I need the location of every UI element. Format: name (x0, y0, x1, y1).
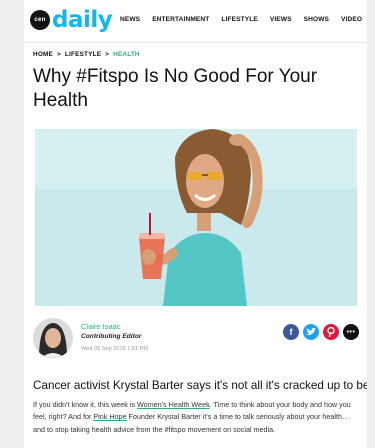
site-logo[interactable]: cen daily (30, 7, 113, 33)
share-buttons: f ••• (283, 324, 359, 340)
more-share-button[interactable]: ••• (343, 324, 359, 340)
pink-hope-link[interactable]: Pink Hope (93, 412, 126, 421)
breadcrumb-separator: > (56, 51, 61, 58)
twitter-share-button[interactable] (303, 324, 319, 340)
article-subheading: Cancer activist Krystal Barter says it's… (33, 379, 367, 392)
nav-lifestyle[interactable]: LIFESTYLE (221, 16, 257, 23)
author-block: Claire Isaac Contributing Editor Wed 05 … (33, 318, 361, 362)
author-role: Contributing Editor (81, 333, 142, 340)
facebook-share-button[interactable]: f (283, 324, 299, 340)
breadcrumb-lifestyle[interactable]: LIFESTYLE (65, 51, 101, 58)
article-body: If you didn't know it, this week is Wome… (33, 399, 363, 436)
pinterest-share-button[interactable] (323, 324, 339, 340)
nav-video[interactable]: VIDEO (341, 16, 362, 23)
nav-news[interactable]: NEWS (120, 16, 140, 23)
hero-image (35, 129, 357, 306)
breadcrumb-separator: > (105, 51, 110, 58)
nav-entertainment[interactable]: ENTERTAINMENT (152, 16, 209, 23)
publish-date: Wed 05 Sep 2018 1:51 PM (81, 346, 149, 352)
logo-wordmark: daily (52, 7, 113, 33)
article-page: cen daily NEWS ENTERTAINMENT LIFESTYLE V… (24, 0, 367, 448)
body-text: If you didn't know it, this week is (33, 400, 138, 409)
main-nav: NEWS ENTERTAINMENT LIFESTYLE VIEWS SHOWS… (120, 16, 362, 23)
article-title: Why #Fitspo Is No Good For Your Health (33, 66, 318, 111)
breadcrumb: HOME > LIFESTYLE > HEALTH (33, 51, 140, 58)
facebook-icon: f (289, 327, 293, 337)
breadcrumb-home[interactable]: HOME (33, 51, 53, 58)
logo-badge: cen (30, 10, 50, 30)
nav-shows[interactable]: SHOWS (304, 16, 329, 23)
more-icon: ••• (346, 328, 356, 336)
author-avatar[interactable] (33, 318, 73, 358)
nav-views[interactable]: VIEWS (270, 16, 292, 23)
womens-health-week-link[interactable]: Women's Health Week (137, 400, 210, 409)
avatar-photo (33, 318, 73, 358)
author-name[interactable]: Claire Isaac (81, 322, 121, 331)
breadcrumb-health[interactable]: HEALTH (113, 51, 140, 58)
pinterest-icon (327, 327, 335, 337)
hero-photo-illustration (35, 129, 357, 306)
site-header: cen daily NEWS ENTERTAINMENT LIFESTYLE V… (24, 0, 367, 43)
twitter-icon (306, 328, 316, 336)
